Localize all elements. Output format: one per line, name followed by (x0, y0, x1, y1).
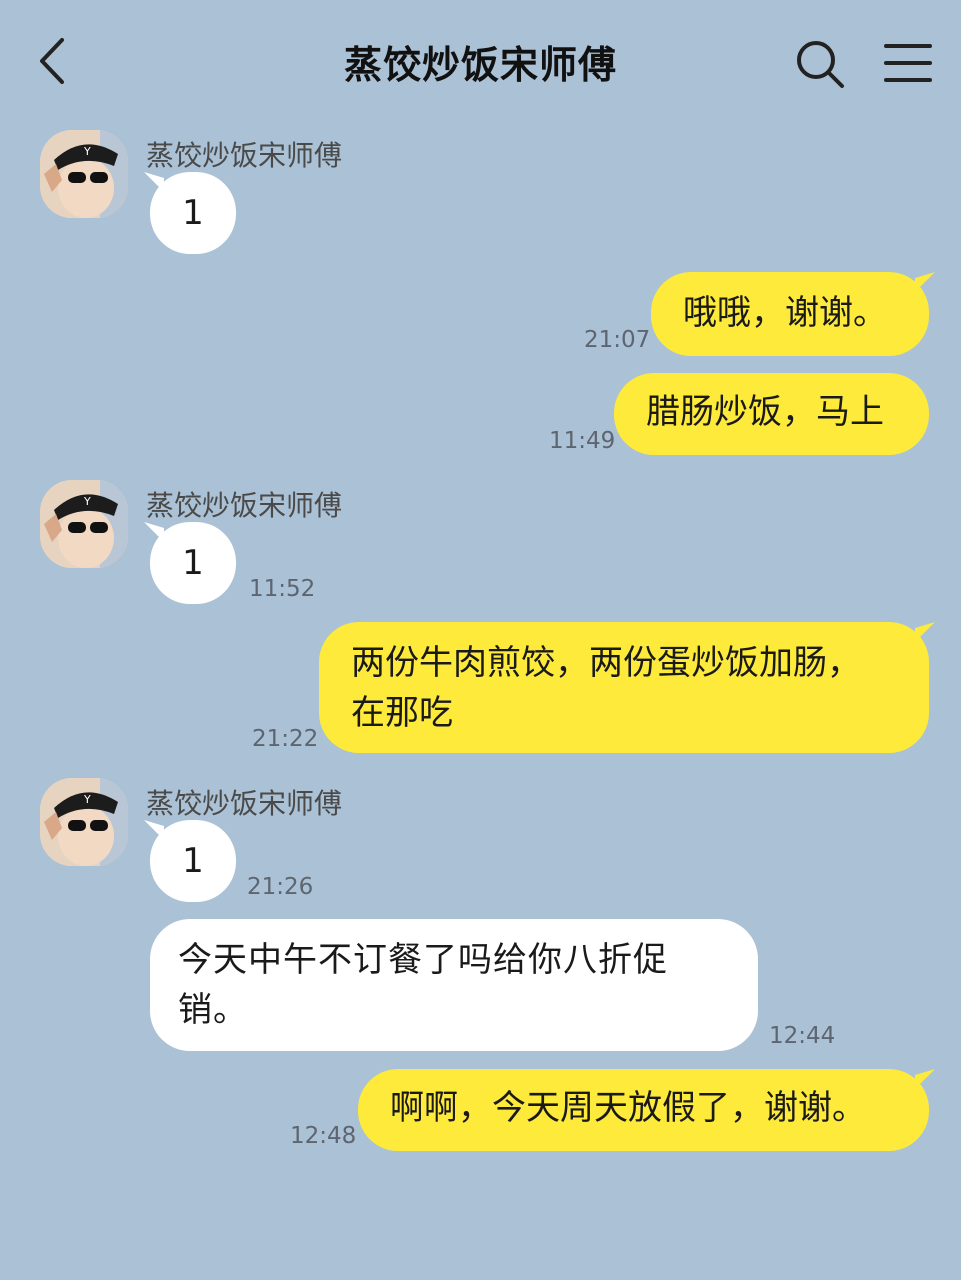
search-icon[interactable] (792, 36, 848, 92)
sender-name: 蒸饺炒饭宋师傅 (146, 787, 343, 820)
message-time: 21:26 (247, 874, 314, 900)
message-text-line: 今天中午不订餐了吗给你八折促 (178, 940, 668, 980)
message-time: 11:52 (249, 576, 316, 602)
message-text-line: 销。 (178, 990, 248, 1030)
message-bubble[interactable]: 两份牛肉煎饺，两份蛋炒饭加肠， 在那吃 (319, 622, 935, 753)
message-time: 21:22 (252, 726, 319, 752)
sender-name: 蒸饺炒饭宋师傅 (146, 139, 343, 172)
svg-text:Y: Y (83, 495, 91, 508)
svg-text:Y: Y (83, 145, 91, 158)
message-bubble[interactable]: 腊肠炒饭，马上 (614, 373, 929, 455)
message-text-line: 两份牛肉煎饺，两份蛋炒饭加肠， (351, 643, 861, 683)
message-text: 啊啊，今天周天放假了，谢谢。 (390, 1088, 866, 1128)
message-text: 腊肠炒饭，马上 (646, 392, 884, 432)
sender-name: 蒸饺炒饭宋师傅 (146, 489, 343, 522)
avatar[interactable]: Y (40, 778, 128, 866)
avatar-photo-icon: Y (40, 778, 128, 866)
message-text: 1 (182, 841, 204, 881)
hamburger-menu-icon[interactable] (882, 40, 934, 86)
bubble-tail-icon (144, 522, 164, 542)
chat-header: 蒸饺炒饭宋师傅 (0, 0, 961, 120)
message-bubble[interactable]: 1 (144, 172, 236, 254)
bubble-tail-icon (915, 272, 935, 292)
message-bubble[interactable]: 今天中午不订餐了吗给你八折促 销。 (150, 919, 758, 1051)
message-text: 1 (182, 543, 204, 583)
svg-text:Y: Y (83, 793, 91, 806)
avatar[interactable]: Y (40, 480, 128, 568)
message-time: 21:07 (584, 327, 651, 353)
message-time: 12:44 (769, 1023, 836, 1049)
message-text: 哦哦，谢谢。 (683, 293, 887, 333)
bubble-tail-icon (915, 1069, 935, 1089)
message-bubble[interactable]: 1 (144, 820, 236, 902)
avatar-photo-icon: Y (40, 480, 128, 568)
message-text-line: 在那吃 (351, 693, 453, 733)
message-bubble[interactable]: 1 (144, 522, 236, 604)
message-time: 11:49 (549, 428, 616, 454)
avatar-photo-icon: Y (40, 130, 128, 218)
message-time: 12:48 (290, 1123, 357, 1149)
bubble-tail-icon (144, 172, 164, 192)
bubble-tail-icon (144, 820, 164, 840)
avatar[interactable]: Y (40, 130, 128, 218)
message-bubble[interactable]: 哦哦，谢谢。 (651, 272, 935, 356)
bubble-tail-icon (915, 622, 935, 642)
message-text: 1 (182, 193, 204, 233)
message-bubble[interactable]: 啊啊，今天周天放假了，谢谢。 (358, 1069, 935, 1151)
